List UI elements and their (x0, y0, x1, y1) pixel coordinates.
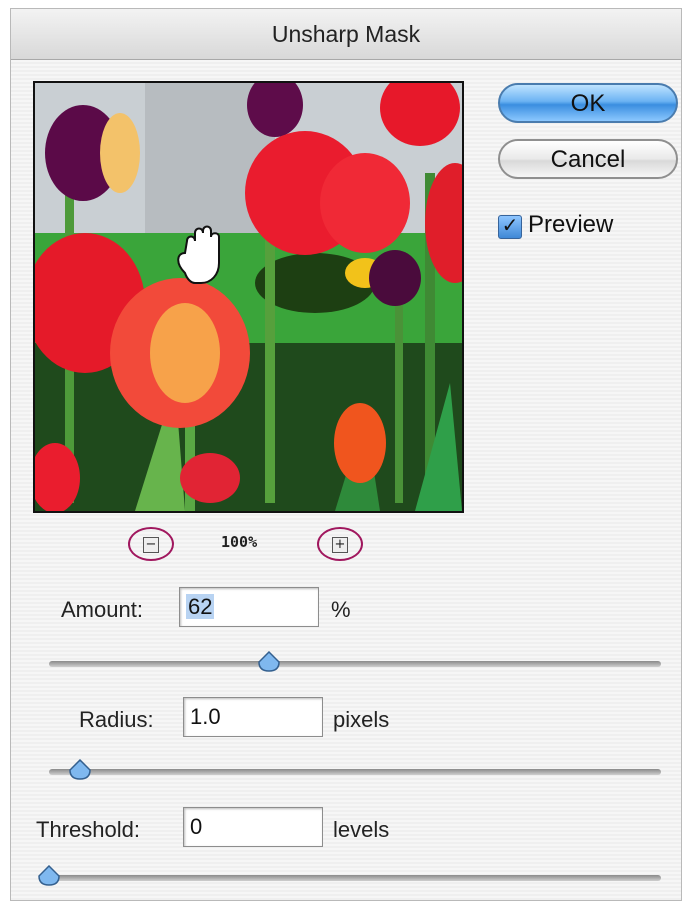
radius-unit: pixels (333, 707, 390, 732)
preview-checkbox[interactable]: ✓ (498, 215, 522, 239)
amount-label: Amount: (61, 597, 143, 622)
zoom-out-button[interactable]: − (128, 527, 174, 561)
amount-slider-thumb[interactable] (257, 651, 281, 673)
threshold-slider-thumb[interactable] (37, 865, 61, 887)
unsharp-mask-dialog: Unsharp Mask − 100% + OK Cancel ✓ Previe… (10, 8, 682, 901)
threshold-field[interactable]: 0 (183, 807, 323, 847)
radius-slider-thumb[interactable] (68, 759, 92, 781)
preview-image[interactable] (33, 81, 464, 513)
radius-label: Radius: (79, 707, 154, 732)
ok-button[interactable]: OK (498, 83, 678, 123)
radius-value: 1.0 (190, 704, 221, 729)
zoom-in-button[interactable]: + (317, 527, 363, 561)
zoom-controls: − 100% + (11, 527, 681, 567)
amount-value: 62 (186, 594, 215, 619)
threshold-slider[interactable] (38, 865, 661, 886)
tulip-photo (35, 83, 462, 511)
amount-slider[interactable] (49, 651, 661, 672)
radius-slider[interactable] (49, 759, 661, 780)
cancel-button[interactable]: Cancel (498, 139, 678, 179)
amount-field[interactable]: 62 (179, 587, 319, 627)
zoom-in-icon: + (332, 537, 348, 553)
amount-unit: % (331, 597, 351, 622)
radius-field[interactable]: 1.0 (183, 697, 323, 737)
preview-label: Preview (528, 211, 614, 238)
threshold-value: 0 (190, 814, 203, 839)
dialog-title: Unsharp Mask (11, 9, 681, 60)
threshold-label: Threshold: (36, 817, 140, 842)
zoom-out-icon: − (143, 537, 159, 553)
zoom-level: 100% (221, 533, 258, 551)
threshold-unit: levels (333, 817, 390, 842)
